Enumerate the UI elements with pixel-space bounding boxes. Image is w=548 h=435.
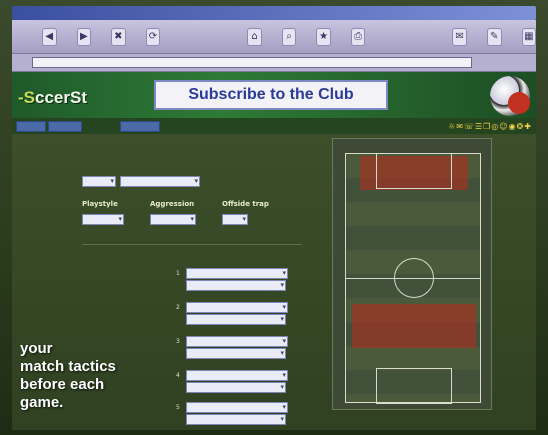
print-button[interactable]: ⎙ [350, 27, 366, 46]
mail-button[interactable]: ✉ [452, 27, 467, 46]
row-number: 1 [176, 270, 180, 277]
home-button[interactable]: ⌂ [247, 27, 262, 46]
row-select-a[interactable] [186, 268, 288, 279]
nav-tab-1[interactable] [16, 120, 46, 132]
caption-line-4: game. [20, 394, 64, 411]
midfield-zone [352, 304, 476, 348]
address-input[interactable] [32, 57, 472, 68]
site-logo[interactable]: -SccerSt [18, 88, 87, 108]
back-button[interactable]: ◀ [42, 27, 57, 46]
caption-line-1: your [20, 340, 53, 357]
refresh-button[interactable]: ⟳ [145, 27, 161, 46]
promo-caption: your match tactics before each game. [20, 340, 190, 412]
jersey-icon [508, 92, 530, 114]
row-select-b[interactable] [186, 348, 286, 359]
aggression-label: Aggression [150, 200, 195, 208]
aggression-select[interactable] [150, 214, 196, 225]
bottom-penalty-box [376, 368, 452, 404]
subscribe-banner[interactable]: Subscribe to the Club [154, 80, 388, 110]
row-select-a[interactable] [186, 370, 288, 381]
caption-line-2: match tactics [20, 358, 116, 375]
row-select-a[interactable] [186, 402, 288, 413]
forward-button[interactable]: ▶ [76, 27, 92, 46]
team-select-a[interactable] [82, 176, 116, 187]
search-button[interactable]: ⌕ [281, 27, 297, 46]
address-bar [12, 54, 536, 72]
centre-circle [394, 258, 434, 298]
browser-titlebar [12, 6, 536, 20]
row-select-b[interactable] [186, 414, 286, 425]
playstyle-select[interactable] [82, 214, 124, 225]
browser-toolbar: ◀ ▶ ✖ ⟳ ⌂ ⌕ ★ ⎙ ✉ ✎ ▦ [12, 20, 537, 54]
team-select-b[interactable] [120, 176, 200, 187]
row-select-b[interactable] [186, 314, 286, 325]
row-select-b[interactable] [186, 280, 286, 291]
stop-button[interactable]: ✖ [111, 27, 126, 46]
caption-line-3: before each [20, 376, 105, 393]
site-nav: ☼✉☏☰❐◎☺◉❂✚ [12, 118, 536, 134]
favorites-button[interactable]: ★ [316, 27, 331, 46]
row-select-a[interactable] [186, 336, 288, 347]
section-divider [82, 244, 302, 245]
offside-trap-select[interactable] [222, 214, 248, 225]
row-number: 2 [176, 304, 180, 311]
window-button[interactable]: ▦ [521, 27, 537, 46]
site-header: -SccerSt Subscribe to the Club [12, 72, 536, 118]
top-penalty-box [376, 153, 452, 189]
nav-icon-strip[interactable]: ☼✉☏☰❐◎☺◉❂✚ [448, 122, 532, 131]
edit-button[interactable]: ✎ [486, 27, 502, 46]
nav-tab-2[interactable] [48, 120, 82, 132]
offside-trap-label: Offside trap [222, 200, 269, 208]
row-select-a[interactable] [186, 302, 288, 313]
pitch-diagram[interactable] [345, 153, 481, 404]
playstyle-label: Playstyle [82, 200, 118, 208]
row-select-b[interactable] [186, 382, 286, 393]
formation-panel [332, 138, 492, 410]
nav-tab-3[interactable] [120, 120, 160, 132]
